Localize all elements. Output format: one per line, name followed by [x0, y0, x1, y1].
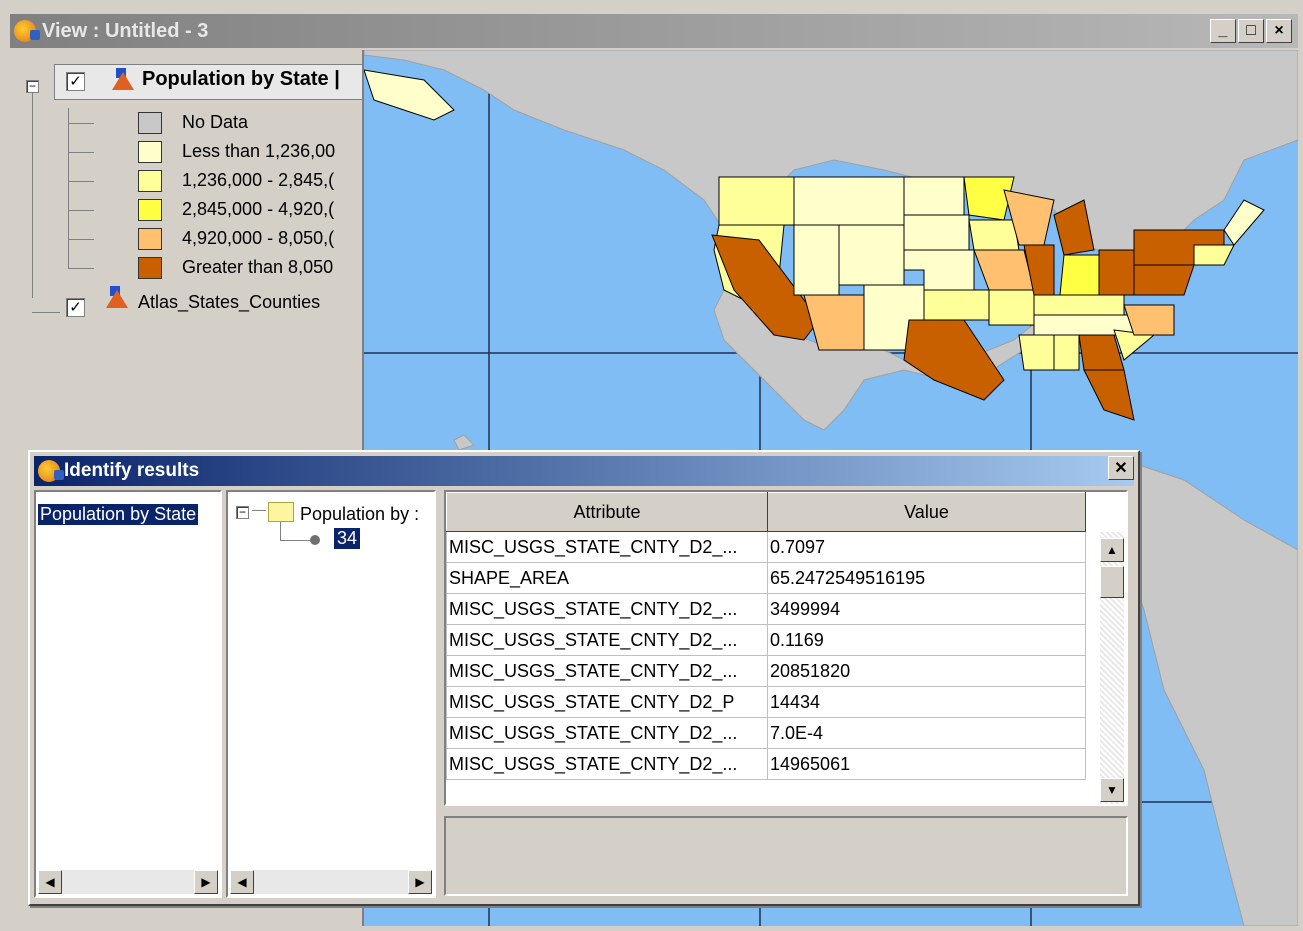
layer-name-2: Atlas_States_Counties — [138, 292, 321, 312]
window-titlebar[interactable]: View : Untitled - 3 _ □ × — [10, 14, 1298, 48]
table-row[interactable]: SHAPE_AREA 65.2472549516195 — [446, 562, 1086, 594]
scroll-down-button[interactable]: ▼ — [1100, 778, 1124, 802]
attribute-cell: MISC_USGS_STATE_CNTY_D2_... — [446, 624, 768, 656]
tree-root-label[interactable]: Population by : — [300, 504, 419, 525]
close-button[interactable]: × — [1266, 19, 1292, 43]
horizontal-scrollbar[interactable]: ◀ ▶ — [38, 870, 218, 894]
layer-visibility-checkbox-2[interactable]: ✓ — [66, 298, 85, 317]
value-cell: 14434 — [767, 686, 1086, 718]
layer-name: Population by State | — [142, 68, 340, 90]
legend-swatch — [138, 257, 162, 279]
attribute-cell: MISC_USGS_STATE_CNTY_D2_P — [446, 686, 768, 718]
dialog-close-button[interactable]: ✕ — [1108, 456, 1134, 480]
scroll-left-button[interactable]: ◀ — [38, 870, 62, 894]
folder-icon — [268, 502, 294, 522]
legend-label: No Data — [182, 112, 249, 132]
result-tree-pane: − Population by : 34 ◀ ▶ — [226, 490, 436, 898]
value-cell: 20851820 — [767, 655, 1086, 687]
table-row[interactable]: MISC_USGS_STATE_CNTY_D2_... 0.7097 — [446, 531, 1086, 563]
vertical-scrollbar[interactable]: ▲ ▼ — [1100, 532, 1124, 804]
tree-child-selected[interactable]: 34 — [334, 528, 361, 549]
scroll-right-button[interactable]: ▶ — [194, 870, 218, 894]
table-row[interactable]: MISC_USGS_STATE_CNTY_D2_P 14434 — [446, 686, 1086, 718]
scroll-right-button-2[interactable]: ▶ — [408, 870, 432, 894]
view-window: View : Untitled - 3 _ □ × − ✓ Population… — [0, 0, 1303, 931]
horizontal-scrollbar-2[interactable]: ◀ ▶ — [230, 870, 432, 894]
legend-label: 1,236,000 - 2,845,( — [182, 170, 335, 190]
legend-swatch — [138, 112, 162, 134]
layer-visibility-checkbox[interactable]: ✓ — [66, 72, 85, 91]
gvsig-app-icon — [38, 460, 64, 482]
list-item-selected[interactable]: Population by State — [38, 504, 199, 525]
legend-swatch — [138, 170, 162, 192]
table-row[interactable]: MISC_USGS_STATE_CNTY_D2_... 7.0E-4 — [446, 717, 1086, 749]
table-row[interactable]: MISC_USGS_STATE_CNTY_D2_... 20851820 — [446, 655, 1086, 687]
value-cell: 14965061 — [767, 748, 1086, 780]
attribute-cell: MISC_USGS_STATE_CNTY_D2_... — [446, 748, 768, 780]
value-cell: 0.1169 — [767, 624, 1086, 656]
tree-collapse-toggle[interactable]: − — [236, 506, 249, 519]
attribute-cell: MISC_USGS_STATE_CNTY_D2_... — [446, 717, 768, 749]
legend-label: 4,920,000 - 8,050,( — [182, 228, 335, 248]
value-cell: 7.0E-4 — [767, 717, 1086, 749]
legend-label: Greater than 8,050 — [182, 257, 334, 277]
value-cell: 0.7097 — [767, 531, 1086, 563]
legend-swatch — [138, 141, 162, 163]
feature-bullet-icon — [310, 535, 320, 545]
legend-swatch — [138, 199, 162, 221]
column-header-attribute[interactable]: Attribute — [446, 492, 768, 532]
dialog-titlebar[interactable]: Identify results — [34, 456, 1134, 486]
value-cell: 3499994 — [767, 593, 1086, 625]
attribute-table: Attribute Value MISC_USGS_STATE_CNTY_D2_… — [446, 492, 1086, 780]
table-row[interactable]: MISC_USGS_STATE_CNTY_D2_... 0.1169 — [446, 624, 1086, 656]
vector-layer-icon — [112, 68, 134, 90]
table-row[interactable]: MISC_USGS_STATE_CNTY_D2_... 14965061 — [446, 748, 1086, 780]
attribute-table-pane: Attribute Value MISC_USGS_STATE_CNTY_D2_… — [444, 490, 1128, 806]
window-title: View : Untitled - 3 — [42, 19, 209, 42]
details-panel — [444, 816, 1128, 896]
attribute-cell: SHAPE_AREA — [446, 562, 768, 594]
column-header-value[interactable]: Value — [767, 492, 1086, 532]
attribute-cell: MISC_USGS_STATE_CNTY_D2_... — [446, 531, 768, 563]
legend-swatch — [138, 228, 162, 250]
value-cell: 65.2472549516195 — [767, 562, 1086, 594]
attribute-cell: MISC_USGS_STATE_CNTY_D2_... — [446, 655, 768, 687]
layers-list-pane: Population by State ◀ ▶ — [34, 490, 222, 898]
dialog-title: Identify results — [64, 460, 200, 481]
identify-results-dialog: Identify results ✕ Population by State ◀… — [28, 450, 1140, 906]
maximize-button[interactable]: □ — [1238, 19, 1264, 43]
minimize-button[interactable]: _ — [1210, 19, 1236, 43]
scroll-thumb[interactable] — [1100, 566, 1124, 598]
collapse-toggle[interactable]: − — [26, 80, 39, 93]
table-row[interactable]: MISC_USGS_STATE_CNTY_D2_... 3499994 — [446, 593, 1086, 625]
attribute-cell: MISC_USGS_STATE_CNTY_D2_... — [446, 593, 768, 625]
vector-layer-icon-2 — [106, 286, 128, 308]
legend-label: Less than 1,236,00 — [182, 141, 336, 161]
scroll-left-button-2[interactable]: ◀ — [230, 870, 254, 894]
scroll-up-button[interactable]: ▲ — [1100, 538, 1124, 562]
legend-label: 2,845,000 - 4,920,( — [182, 199, 335, 219]
gvsig-app-icon — [14, 20, 40, 42]
